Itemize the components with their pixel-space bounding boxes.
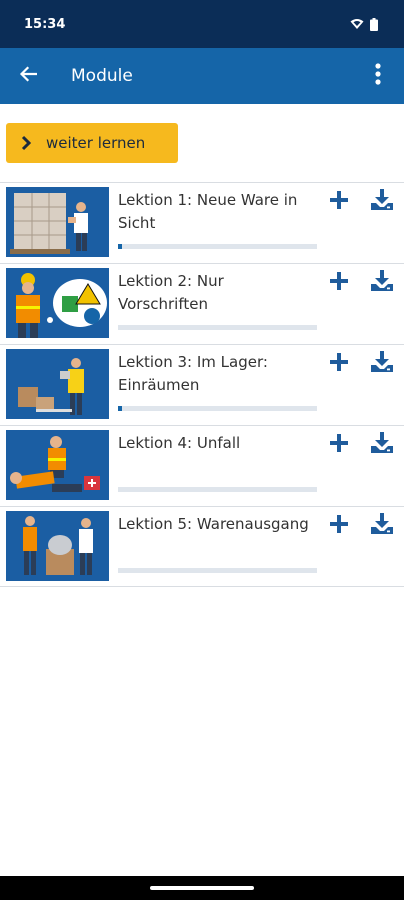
download-icon (370, 513, 394, 539)
download-button[interactable] (368, 189, 396, 215)
lesson-progress (118, 244, 317, 249)
lesson-title: Lektion 5: Warenausgang (118, 515, 309, 533)
lesson-thumbnail (6, 511, 109, 581)
lesson-item[interactable]: Lektion 5: Warenausgang (0, 506, 404, 587)
lesson-title: Lektion 3: Im Lager: Einräumen (118, 353, 268, 394)
lesson-progress (118, 325, 317, 330)
status-bar: 15:34 (0, 0, 404, 48)
continue-learning-label: weiter lernen (46, 134, 146, 152)
app-bar: Module (0, 48, 404, 104)
add-button[interactable] (326, 432, 352, 458)
download-button[interactable] (368, 270, 396, 296)
lesson-item[interactable]: Lektion 1: Neue Ware in Sicht (0, 182, 404, 263)
plus-icon (329, 190, 349, 214)
download-icon (370, 189, 394, 215)
lesson-item[interactable]: Lektion 4: Unfall (0, 425, 404, 506)
plus-icon (329, 352, 349, 376)
lesson-thumbnail (6, 349, 109, 419)
chevron-right-icon (6, 135, 46, 151)
plus-icon (329, 271, 349, 295)
plus-icon (329, 433, 349, 457)
download-button[interactable] (368, 513, 396, 539)
lesson-item[interactable]: Lektion 2: Nur Vorschriften (0, 263, 404, 344)
lesson-title: Lektion 2: Nur Vorschriften (118, 272, 224, 313)
status-time: 15:34 (24, 16, 66, 32)
lesson-list: Lektion 1: Neue Ware in Sicht Lektion 2:… (0, 182, 404, 587)
lesson-progress (118, 487, 317, 492)
lesson-title: Lektion 1: Neue Ware in Sicht (118, 191, 298, 232)
status-icons (350, 17, 378, 31)
battery-icon (370, 17, 378, 31)
arrow-back-icon (19, 66, 38, 86)
download-icon (370, 432, 394, 458)
add-button[interactable] (326, 189, 352, 215)
lesson-thumbnail (6, 430, 109, 500)
wifi-icon (350, 18, 364, 30)
lesson-item[interactable]: Lektion 3: Im Lager: Einräumen (0, 344, 404, 425)
lesson-thumbnail (6, 268, 109, 338)
page-title: Module (71, 66, 133, 86)
back-button[interactable] (0, 48, 56, 104)
lesson-progress (118, 568, 317, 573)
lesson-title: Lektion 4: Unfall (118, 434, 241, 452)
lesson-thumbnail (6, 187, 109, 257)
plus-icon (329, 514, 349, 538)
download-button[interactable] (368, 432, 396, 458)
download-icon (370, 270, 394, 296)
overflow-menu-button[interactable] (358, 48, 398, 104)
download-button[interactable] (368, 351, 396, 377)
download-icon (370, 351, 394, 377)
add-button[interactable] (326, 270, 352, 296)
add-button[interactable] (326, 513, 352, 539)
system-navigation-bar (0, 876, 404, 900)
lesson-progress (118, 406, 317, 411)
more-vert-icon (375, 63, 381, 89)
home-indicator[interactable] (150, 886, 254, 890)
add-button[interactable] (326, 351, 352, 377)
continue-learning-button[interactable]: weiter lernen (6, 123, 178, 163)
